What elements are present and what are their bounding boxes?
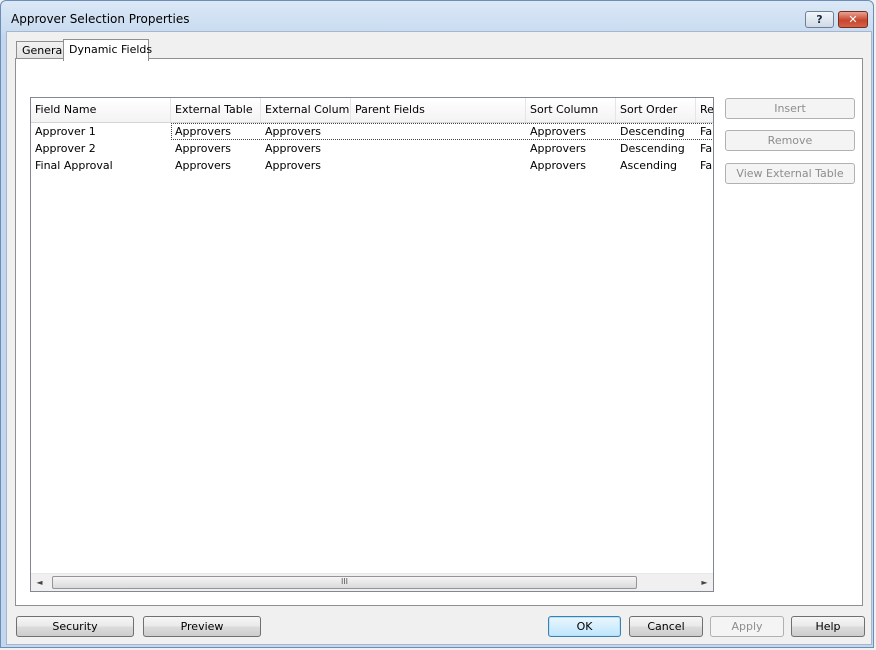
remove-button[interactable]: Remove — [725, 130, 855, 151]
scroll-right-icon[interactable]: ► — [696, 574, 713, 591]
cell-parent-fields — [351, 157, 526, 174]
dialog-client-area: General Dynamic Fields Field Name Extern… — [6, 31, 872, 645]
cell-sort-order: Descending — [620, 142, 685, 155]
dynamic-fields-grid[interactable]: Field Name External Table External Colum… — [30, 97, 714, 592]
ok-button[interactable]: OK — [548, 616, 621, 637]
dialog-title: Approver Selection Properties — [11, 12, 190, 26]
cell-re: Fa — [700, 159, 713, 172]
cell-external-table: Approvers — [175, 159, 232, 172]
cell-external-column: Approvers — [265, 159, 322, 172]
column-header-external-column[interactable]: External Column — [261, 98, 351, 122]
cell-external-table: Approvers — [175, 142, 232, 155]
cell-re: Fa — [700, 142, 713, 155]
column-header-sort-order[interactable]: Sort Order — [616, 98, 696, 122]
cell-field-name: Approver 2 — [35, 142, 96, 155]
cell-parent-fields — [351, 140, 526, 157]
cell-sort-column: Approvers — [530, 159, 587, 172]
close-icon[interactable]: ✕ — [838, 11, 868, 28]
view-external-table-button[interactable]: View External Table — [725, 163, 855, 184]
scroll-left-icon[interactable]: ◄ — [31, 574, 48, 591]
preview-button[interactable]: Preview — [143, 616, 261, 637]
table-row[interactable]: Final Approval Approvers Approvers Appro… — [31, 157, 713, 174]
cell-sort-column: Approvers — [530, 125, 587, 138]
help-button[interactable]: Help — [791, 616, 865, 637]
column-header-field-name[interactable]: Field Name — [31, 98, 171, 122]
column-header-re[interactable]: Re — [696, 98, 713, 122]
cell-sort-order: Ascending — [620, 159, 678, 172]
table-row[interactable]: Approver 2 Approvers Approvers Approvers… — [31, 140, 713, 157]
cancel-button[interactable]: Cancel — [629, 616, 703, 637]
cell-re: Fa — [700, 125, 713, 138]
horizontal-scrollbar[interactable]: ◄ III ► — [31, 573, 713, 591]
insert-button[interactable]: Insert — [725, 98, 855, 119]
cell-field-name: Approver 1 — [35, 125, 96, 138]
cell-external-table: Approvers — [175, 125, 232, 138]
help-icon[interactable]: ? — [805, 11, 834, 28]
column-header-parent-fields[interactable]: Parent Fields — [351, 98, 526, 122]
tab-general[interactable]: General — [16, 41, 65, 59]
scroll-thumb[interactable]: III — [52, 576, 637, 589]
apply-button[interactable]: Apply — [710, 616, 784, 637]
dialog-window: Approver Selection Properties ? ✕ Genera… — [0, 0, 874, 648]
cell-parent-fields — [351, 123, 526, 140]
cell-field-name: Final Approval — [35, 159, 113, 172]
grid-header: Field Name External Table External Colum… — [31, 98, 713, 123]
table-row[interactable]: Approver 1 Approvers Approvers Approvers… — [31, 123, 713, 140]
cell-sort-column: Approvers — [530, 142, 587, 155]
cell-sort-order: Descending — [620, 125, 685, 138]
tab-dynamic-fields[interactable]: Dynamic Fields — [63, 39, 152, 61]
cell-external-column: Approvers — [265, 125, 322, 138]
dynamic-fields-panel: Field Name External Table External Colum… — [15, 58, 863, 606]
column-header-external-table[interactable]: External Table — [171, 98, 261, 122]
column-header-sort-column[interactable]: Sort Column — [526, 98, 616, 122]
cell-external-column: Approvers — [265, 142, 322, 155]
security-button[interactable]: Security — [16, 616, 134, 637]
